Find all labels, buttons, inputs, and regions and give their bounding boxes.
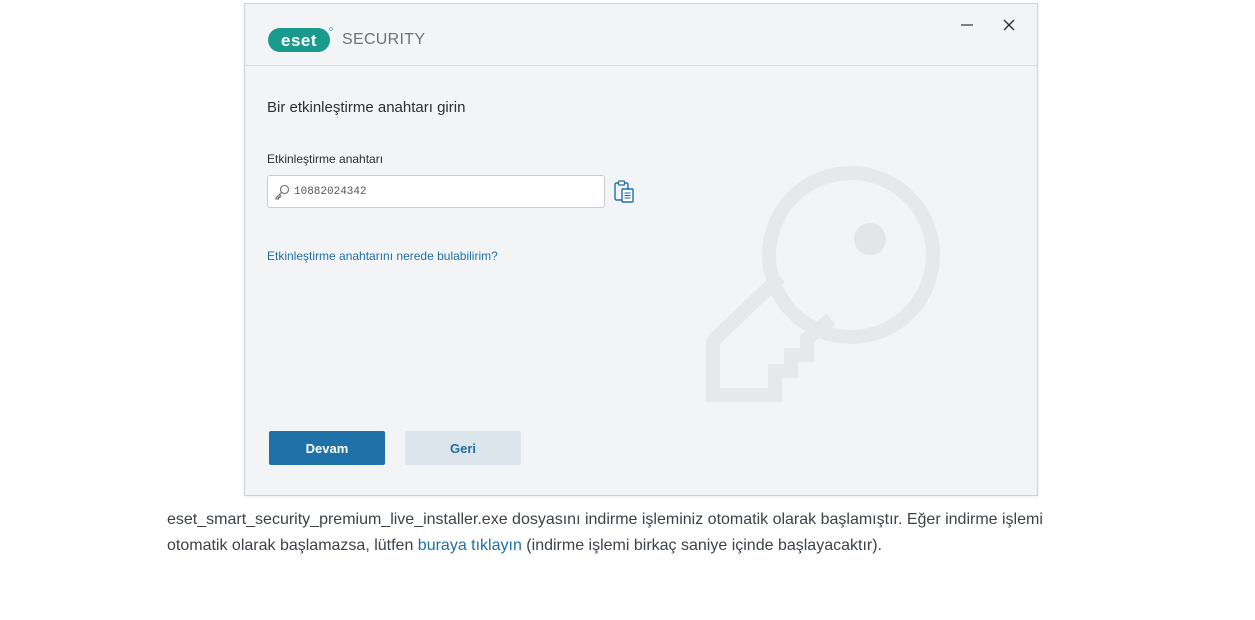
product-name: SECURITY (342, 31, 426, 48)
svg-text:eset: eset (281, 31, 317, 50)
find-key-help-link[interactable]: Etkinleştirme anahtarını nerede bulabili… (267, 249, 498, 263)
close-icon (1003, 19, 1015, 31)
eset-logo-icon: eset (268, 27, 333, 52)
activation-key-field[interactable] (267, 175, 605, 208)
clipboard-icon (614, 180, 634, 203)
background-key-icon (706, 166, 940, 402)
activation-key-label: Etkinleştirme anahtarı (267, 152, 384, 166)
title-bar: eset SECURITY (245, 4, 1037, 66)
installer-window: eset SECURITY Bir etkinleştirme anahtarı… (244, 3, 1038, 496)
page-heading: Bir etkinleştirme anahtarı girin (267, 99, 466, 116)
back-button[interactable]: Geri (405, 431, 521, 465)
activation-key-input[interactable] (294, 177, 604, 206)
close-button[interactable] (995, 12, 1023, 38)
download-notice: eset_smart_security_premium_live_install… (167, 507, 1097, 559)
eset-logo: eset SECURITY (267, 26, 425, 54)
key-icon (274, 184, 290, 200)
minimize-button[interactable] (953, 12, 981, 38)
notice-text-after: (indirme işlemi birkaç saniye içinde baş… (521, 537, 882, 554)
click-here-link[interactable]: buraya tıklayın (418, 537, 522, 554)
continue-button[interactable]: Devam (269, 431, 385, 465)
minimize-icon (961, 24, 973, 26)
paste-button[interactable] (612, 179, 636, 205)
